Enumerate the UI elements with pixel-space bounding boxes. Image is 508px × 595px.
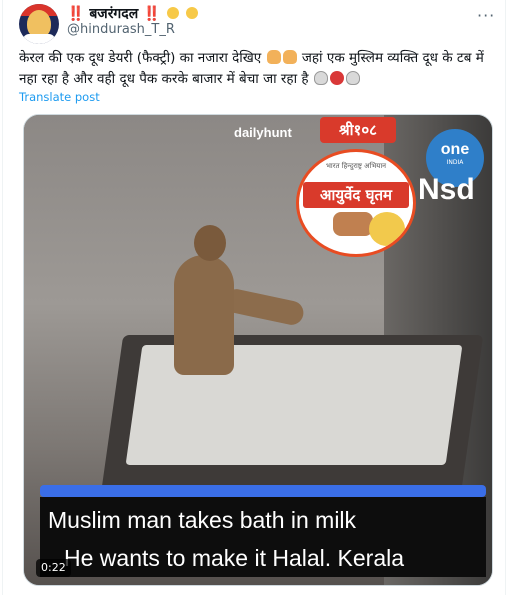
tweet-text-line1b: जहां एक मुस्लिम व्यक्ति दूध के [301,50,453,66]
clapping-hands-icon [167,7,180,19]
video-timestamp: 0:22 [36,559,71,577]
avatar[interactable] [19,4,59,44]
cow-icon [333,212,373,236]
dailyhunt-watermark-text: dailyhunt [234,125,292,140]
translate-post-link[interactable]: Translate post [19,90,100,104]
more-icon[interactable]: ··· [477,6,495,25]
dailyhunt-watermark: dailyhunt [234,125,292,140]
pointing-hand-icon [282,50,297,64]
ribbon-icon [369,212,405,246]
display-name-text: बजरंगदल [89,6,139,22]
caption-line1: Muslim man takes bath in milk [48,507,357,533]
caption-ticker-bar [40,485,486,497]
angry-face-icon [329,71,344,85]
caption-line2: He wants to make it Halal. Kerala [64,545,405,571]
oneindia-india: INDIA [446,159,464,166]
user-handle[interactable]: @hindurash_T_R [67,22,175,37]
display-name-suffix: ‼️ [143,6,161,22]
tweet-text: केरल की एक दूध डेयरी (फैक्ट्री) का नजारा… [19,48,495,90]
badge-top-text: भारत हिन्दुराष्ट्र अभियान [325,162,387,170]
video-player[interactable]: dailyhunt श्री१०८ भारत हिन्दुराष्ट्र अभि… [23,114,493,586]
skull-crossbones-icon [313,71,328,85]
video-person-head [194,225,226,261]
nsd-logo: Nsd [418,173,475,206]
ayurved-ghritam-badge: भारत हिन्दुराष्ट्र अभियान आयुर्वेद घृतम [296,149,416,257]
skull-crossbones-icon [345,71,360,85]
oneindia-one: one [440,141,470,158]
badge-banner-text: आयुर्वेद घृतम [303,182,409,208]
video-person [174,255,234,375]
tweet-text-line1: केरल की एक दूध डेयरी (फैक्ट्री) का नजारा… [19,50,262,66]
display-name-prefix: ‼️ [67,6,85,22]
shri-tag: श्री१०८ [320,117,396,143]
pointing-hand-icon [266,50,281,64]
display-name[interactable]: ‼️ बजरंगदल ‼️ [67,4,199,23]
avatar-shirt [23,34,55,44]
clapping-hands-icon [186,7,199,19]
tweet-card: ‼️ बजरंगदल ‼️ @hindurash_T_R ··· केरल की… [2,0,506,595]
